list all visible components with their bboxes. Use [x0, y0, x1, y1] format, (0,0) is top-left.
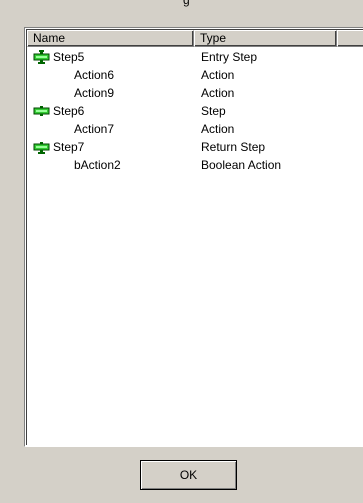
return-step-icon — [33, 142, 50, 154]
list-item[interactable]: Step7 Return Step — [27, 138, 363, 156]
dialog-title: g — [183, 0, 190, 7]
list-item[interactable]: bAction2 Boolean Action — [27, 156, 363, 174]
step-list-inner: Name Type Step5 Entry Step Action6 Actio… — [26, 29, 363, 445]
dialog-title-strip: g — [0, 0, 363, 10]
row-name: Action6 — [74, 68, 115, 82]
list-rows: Step5 Entry Step Action6 Action Action9 … — [27, 48, 363, 174]
row-type: Action — [201, 68, 235, 82]
entry-step-icon — [33, 50, 50, 64]
row-type: Action — [201, 122, 235, 136]
list-item[interactable]: Step5 Entry Step — [27, 48, 363, 66]
row-name: Step5 — [53, 50, 85, 64]
list-header: Name Type — [27, 30, 363, 47]
step-list-view[interactable]: Name Type Step5 Entry Step Action6 Actio… — [24, 27, 363, 447]
row-type: Entry Step — [201, 50, 258, 64]
column-header-extra[interactable] — [337, 30, 363, 47]
row-type: Action — [201, 86, 235, 100]
row-type: Step — [201, 104, 226, 118]
step-icon — [33, 106, 50, 116]
column-header-name[interactable]: Name — [27, 30, 194, 47]
list-item[interactable]: Step6 Step — [27, 102, 363, 120]
row-name: Step6 — [53, 104, 85, 118]
row-name: bAction2 — [74, 158, 121, 172]
row-name: Action9 — [74, 86, 115, 100]
row-name: Step7 — [53, 140, 85, 154]
ok-button[interactable]: OK — [140, 460, 237, 490]
row-type: Boolean Action — [201, 158, 282, 172]
row-type: Return Step — [201, 140, 266, 154]
list-item[interactable]: Action9 Action — [27, 84, 363, 102]
row-name: Action7 — [74, 122, 115, 136]
column-header-type[interactable]: Type — [194, 30, 337, 47]
list-item[interactable]: Action6 Action — [27, 66, 363, 84]
list-item[interactable]: Action7 Action — [27, 120, 363, 138]
